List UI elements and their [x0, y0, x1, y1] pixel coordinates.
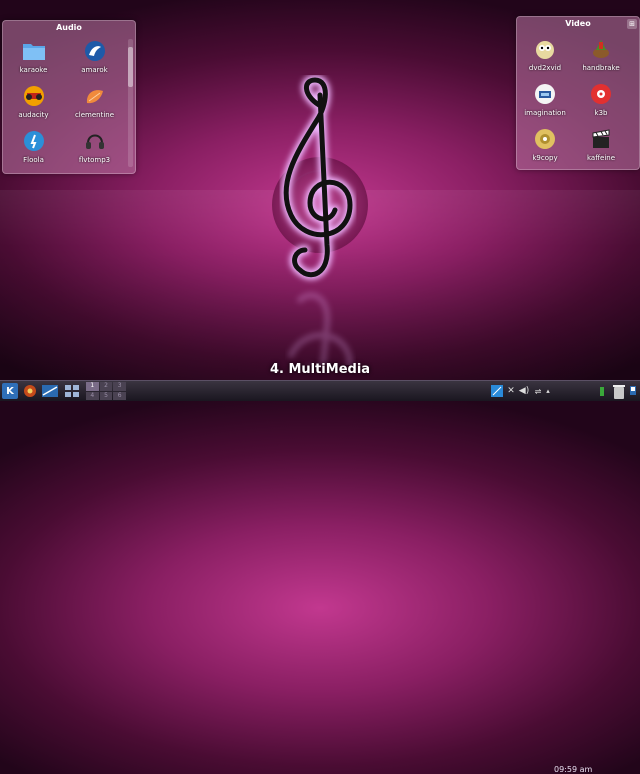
- video-folder-view[interactable]: Video ⊞ dvd2xvid handbrake imagination k…: [516, 16, 640, 170]
- pager-desktop[interactable]: 1: [86, 382, 99, 391]
- launcher-karaoke[interactable]: karaoke: [3, 39, 64, 74]
- launcher-label: Floola: [23, 156, 44, 164]
- launcher-label: k9copy: [532, 154, 558, 162]
- show-desktop-icon[interactable]: [62, 383, 82, 399]
- launcher-label: k3b: [594, 109, 608, 117]
- launcher-dvd2xvid[interactable]: dvd2xvid: [517, 37, 573, 72]
- activity-title: 4. MultiMedia: [269, 362, 371, 377]
- audacity-icon: [22, 84, 46, 108]
- taskbar-panel: K 1 2 3 4 5 6 ✕ ◀) ⇌ ▴ 09:59 am: [0, 380, 640, 774]
- clock[interactable]: 09:59 am: [554, 765, 592, 774]
- expand-tray-icon[interactable]: ▴: [544, 383, 552, 399]
- launcher-label: clementine: [74, 111, 115, 119]
- launcher-label: amarok: [81, 66, 108, 74]
- pager-desktop[interactable]: 3: [113, 382, 126, 391]
- virtual-desktop-pager[interactable]: 1 2 3 4 5 6: [86, 382, 126, 400]
- pager-desktop[interactable]: 4: [86, 391, 99, 400]
- window-switcher-icon[interactable]: [40, 383, 60, 399]
- launcher-k3b[interactable]: k3b: [573, 82, 629, 117]
- handbrake-icon: [589, 37, 613, 61]
- app-launcher-icon[interactable]: [22, 383, 38, 399]
- launcher-amarok[interactable]: amarok: [64, 39, 125, 74]
- treble-clef-wallpaper: [272, 75, 368, 365]
- launcher-label: imagination: [524, 109, 566, 117]
- battery-icon[interactable]: [598, 383, 606, 399]
- audio-scrollbar[interactable]: [128, 39, 133, 167]
- folder-icon: [22, 39, 46, 63]
- usb-tray-icon[interactable]: ⇌: [532, 383, 544, 399]
- imagination-icon: [533, 82, 557, 106]
- launcher-label: handbrake: [582, 64, 620, 72]
- video-folder-title: Video: [565, 19, 591, 28]
- dvd2xvid-icon: [533, 37, 557, 61]
- k9copy-icon: [533, 127, 557, 151]
- tools-tray-icon[interactable]: ✕: [505, 383, 517, 399]
- volume-tray-icon[interactable]: ◀): [518, 383, 530, 399]
- audio-folder-view[interactable]: Audio karaoke amarok audacity clementine…: [2, 20, 136, 174]
- launcher-label: karaoke: [19, 66, 48, 74]
- launcher-imagination[interactable]: imagination: [517, 82, 573, 117]
- launcher-handbrake[interactable]: handbrake: [573, 37, 629, 72]
- pager-desktop[interactable]: 2: [99, 382, 113, 391]
- scrollbar-thumb[interactable]: [128, 47, 133, 87]
- video-icon-grid: dvd2xvid handbrake imagination k3b k9cop…: [517, 37, 629, 162]
- launcher-kaffeine[interactable]: kaffeine: [573, 127, 629, 162]
- folder-handle-icon[interactable]: ⊞: [627, 19, 637, 29]
- audio-folder-title: Audio: [56, 23, 82, 32]
- launcher-floola[interactable]: Floola: [3, 129, 64, 164]
- launcher-audacity[interactable]: audacity: [3, 84, 64, 119]
- launcher-k9copy[interactable]: k9copy: [517, 127, 573, 162]
- network-tray-icon[interactable]: [490, 383, 504, 399]
- floola-icon: [22, 129, 46, 153]
- launcher-flvtomp3[interactable]: flvtomp3: [64, 129, 125, 164]
- clementine-icon: [83, 84, 107, 108]
- pager-desktop[interactable]: 5: [99, 391, 113, 400]
- audio-icon-grid: karaoke amarok audacity clementine Flool…: [3, 39, 125, 164]
- launcher-clementine[interactable]: clementine: [64, 84, 125, 119]
- trash-icon[interactable]: [612, 383, 626, 399]
- launcher-label: dvd2xvid: [528, 64, 562, 72]
- headphones-icon: [83, 129, 107, 153]
- launcher-label: audacity: [18, 111, 49, 119]
- kaffeine-icon: [589, 127, 613, 151]
- desktop: Audio karaoke amarok audacity clementine…: [0, 0, 640, 380]
- kde-menu-icon[interactable]: K: [2, 383, 18, 399]
- panel-cashew-icon[interactable]: [628, 383, 638, 399]
- k3b-icon: [589, 82, 613, 106]
- launcher-label: kaffeine: [586, 154, 616, 162]
- amarok-icon: [83, 39, 107, 63]
- pager-desktop[interactable]: 6: [113, 391, 126, 400]
- launcher-label: flvtomp3: [78, 156, 111, 164]
